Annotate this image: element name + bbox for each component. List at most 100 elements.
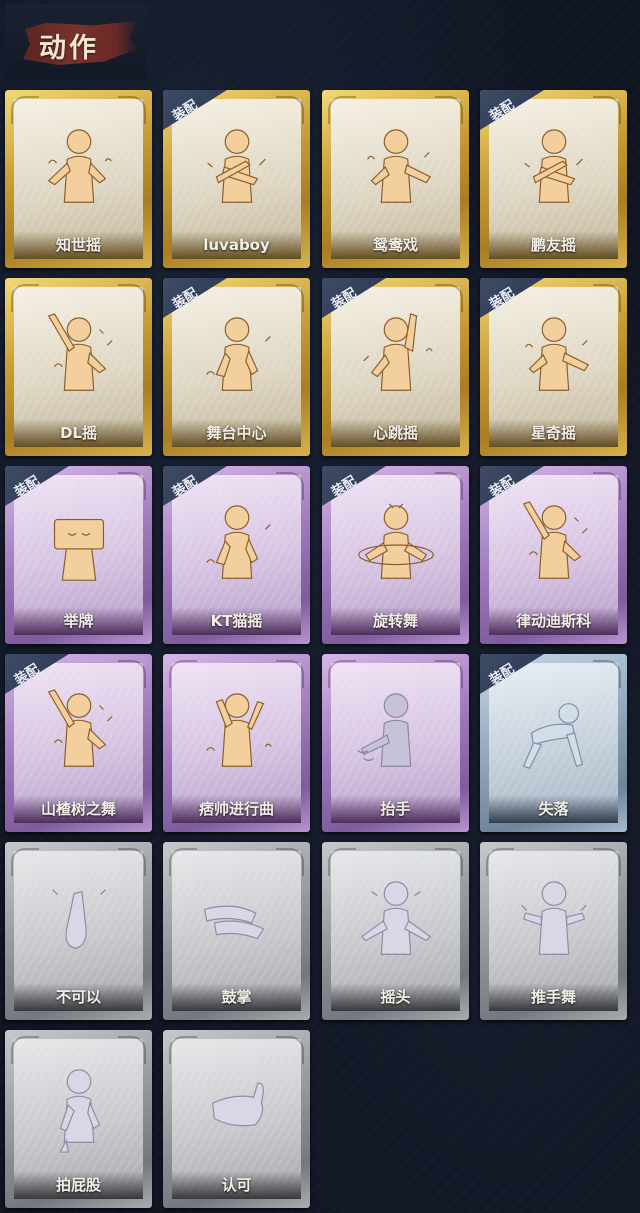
dancer-silhouette-icon bbox=[36, 312, 122, 402]
action-name: 推手舞 bbox=[489, 983, 618, 1011]
ornament-corner bbox=[435, 848, 463, 876]
ornament-corner bbox=[11, 284, 39, 312]
action-name: luvaboy bbox=[172, 231, 301, 259]
ornament-corner bbox=[435, 96, 463, 124]
ornament-corner bbox=[276, 848, 304, 876]
action-card[interactable]: 认可 bbox=[163, 1030, 310, 1208]
sign-holder-icon bbox=[36, 500, 122, 590]
action-card[interactable]: 鸳鸯戏 bbox=[322, 90, 469, 268]
dancer-silhouette-icon bbox=[36, 124, 122, 214]
action-card[interactable]: 失落 装配 bbox=[480, 654, 627, 832]
ornament-corner bbox=[11, 1036, 39, 1064]
ornament-corner bbox=[118, 660, 146, 688]
action-name: 失落 bbox=[489, 795, 618, 823]
action-name: 星奇摇 bbox=[489, 419, 618, 447]
disco-dancer-icon bbox=[511, 500, 597, 590]
ornament-corner bbox=[435, 284, 463, 312]
ornament-corner bbox=[435, 660, 463, 688]
push-dance-icon bbox=[511, 876, 597, 966]
action-card[interactable]: 知世摇 bbox=[5, 90, 152, 268]
ornament-corner bbox=[276, 660, 304, 688]
dancer-silhouette-icon bbox=[511, 124, 597, 214]
ornament-corner bbox=[169, 848, 197, 876]
action-card[interactable]: 鹏友摇 装配 bbox=[480, 90, 627, 268]
ornament-corner bbox=[328, 96, 356, 124]
ornament-corner bbox=[118, 848, 146, 876]
action-card[interactable]: 山楂树之舞 装配 bbox=[5, 654, 152, 832]
raise-hand-icon bbox=[353, 688, 439, 778]
action-name: 认可 bbox=[172, 1171, 301, 1199]
action-name: 抬手 bbox=[331, 795, 460, 823]
ornament-corner bbox=[118, 284, 146, 312]
action-name: 心跳摇 bbox=[331, 419, 460, 447]
ornament-corner bbox=[593, 284, 621, 312]
action-card[interactable]: 星奇摇 装配 bbox=[480, 278, 627, 456]
ornament-corner bbox=[169, 660, 197, 688]
dancer-silhouette-icon bbox=[194, 688, 280, 778]
action-name: 旋转舞 bbox=[331, 607, 460, 635]
thumbs-up-icon bbox=[194, 1064, 280, 1154]
ornament-corner bbox=[593, 472, 621, 500]
ornament-corner bbox=[118, 472, 146, 500]
action-card[interactable]: 不可以 bbox=[5, 842, 152, 1020]
ornament-corner bbox=[328, 848, 356, 876]
action-name: 鸳鸯戏 bbox=[331, 231, 460, 259]
slap-figure-icon bbox=[36, 1064, 122, 1154]
dancer-silhouette-icon bbox=[194, 312, 280, 402]
action-card[interactable]: 旋转舞 装配 bbox=[322, 466, 469, 644]
ornament-corner bbox=[276, 472, 304, 500]
dancer-silhouette-icon bbox=[36, 688, 122, 778]
action-name: 律动迪斯科 bbox=[489, 607, 618, 635]
dancer-silhouette-icon bbox=[194, 124, 280, 214]
ornament-corner bbox=[276, 96, 304, 124]
action-card[interactable]: 鼓掌 bbox=[163, 842, 310, 1020]
action-name: 鼓掌 bbox=[172, 983, 301, 1011]
action-name: 知世摇 bbox=[14, 231, 143, 259]
dancer-silhouette-icon bbox=[511, 312, 597, 402]
action-name: 痞帅进行曲 bbox=[172, 795, 301, 823]
action-card[interactable]: 举牌 装配 bbox=[5, 466, 152, 644]
dancer-silhouette-icon bbox=[353, 312, 439, 402]
action-name: 不可以 bbox=[14, 983, 143, 1011]
action-card[interactable]: 推手舞 bbox=[480, 842, 627, 1020]
action-card[interactable]: 心跳摇 装配 bbox=[322, 278, 469, 456]
ornament-corner bbox=[276, 284, 304, 312]
ornament-corner bbox=[276, 1036, 304, 1064]
action-name: 鹏友摇 bbox=[489, 231, 618, 259]
action-card[interactable]: 摇头 bbox=[322, 842, 469, 1020]
ornament-corner bbox=[169, 1036, 197, 1064]
action-name: DL摇 bbox=[14, 419, 143, 447]
action-name: KT猫摇 bbox=[172, 607, 301, 635]
dancer-silhouette-icon bbox=[353, 124, 439, 214]
finger-wag-icon bbox=[36, 876, 122, 966]
ornament-corner bbox=[328, 660, 356, 688]
action-name: 摇头 bbox=[331, 983, 460, 1011]
crawling-figure-icon bbox=[511, 688, 597, 778]
ornament-corner bbox=[593, 660, 621, 688]
ornament-corner bbox=[118, 1036, 146, 1064]
dancer-silhouette-icon bbox=[194, 500, 280, 590]
action-name: 举牌 bbox=[14, 607, 143, 635]
ornament-corner bbox=[118, 96, 146, 124]
action-card[interactable]: 律动迪斯科 装配 bbox=[480, 466, 627, 644]
ornament-corner bbox=[11, 96, 39, 124]
action-name: 山楂树之舞 bbox=[14, 795, 143, 823]
spin-dancer-icon bbox=[353, 500, 439, 590]
action-card[interactable]: 抬手 bbox=[322, 654, 469, 832]
clapping-hands-icon bbox=[194, 876, 280, 966]
ornament-corner bbox=[11, 848, 39, 876]
head-shake-icon bbox=[353, 876, 439, 966]
action-name: 拍屁股 bbox=[14, 1171, 143, 1199]
ornament-corner bbox=[593, 848, 621, 876]
ornament-corner bbox=[486, 848, 514, 876]
action-card[interactable]: DL摇 bbox=[5, 278, 152, 456]
action-card[interactable]: KT猫摇 装配 bbox=[163, 466, 310, 644]
ornament-corner bbox=[435, 472, 463, 500]
action-card[interactable]: 舞台中心 装配 bbox=[163, 278, 310, 456]
ornament-corner bbox=[593, 96, 621, 124]
action-card[interactable]: luvaboy 装配 bbox=[163, 90, 310, 268]
action-card[interactable]: 痞帅进行曲 bbox=[163, 654, 310, 832]
action-name: 舞台中心 bbox=[172, 419, 301, 447]
action-card[interactable]: 拍屁股 bbox=[5, 1030, 152, 1208]
action-grid: 知世摇 luvaboy 装配 鸳鸯戏 鹏友摇 装配 DL摇 舞台中心 装配 心跳摇 装配 星奇摇 装配举… bbox=[0, 0, 640, 1213]
